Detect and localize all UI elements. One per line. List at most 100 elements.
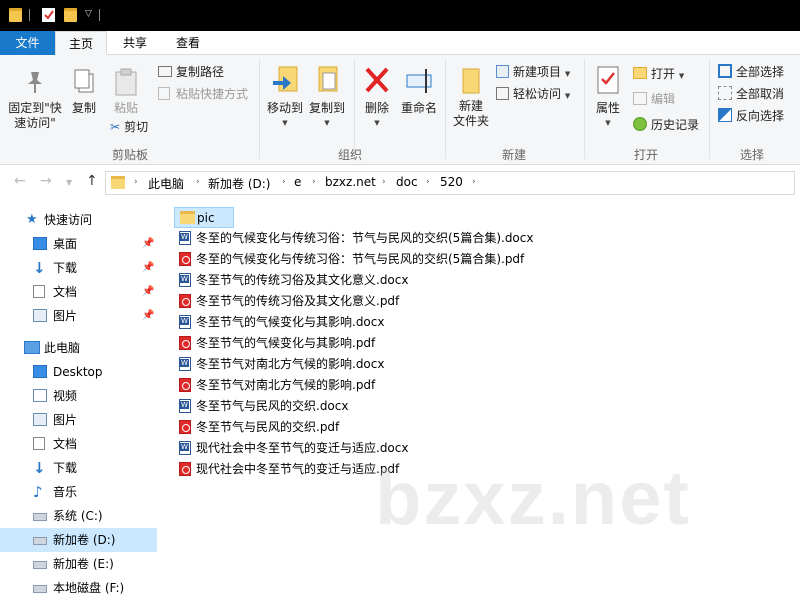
invert-selection-button[interactable]: 反向选择: [718, 108, 784, 124]
open-group-label: 打开: [633, 148, 658, 162]
pdf-icon: [179, 378, 191, 392]
select-all-button[interactable]: 全部选择: [718, 64, 784, 80]
sidebar-item-drive-d[interactable]: 新加卷 (D:): [0, 528, 157, 552]
sidebar-item-documents-pc[interactable]: 文档: [0, 432, 157, 456]
chevron-right-icon[interactable]: ›: [472, 177, 476, 187]
sidebar-item-downloads[interactable]: ↓ 下载 📌: [0, 256, 157, 280]
pin-icon[interactable]: 📌: [142, 304, 154, 328]
pin-icon[interactable]: 📌: [142, 232, 154, 256]
sidebar-item-desktop[interactable]: 桌面 📌: [0, 232, 157, 256]
copy-to-label: 复制到: [308, 101, 345, 115]
new-item-icon: [496, 65, 509, 78]
sidebar-item-label: 下载: [53, 461, 78, 475]
file-name: 冬至的气候变化与传统习俗：节气与民风的交织(5篇合集).docx: [196, 231, 534, 245]
edit-icon: [633, 92, 647, 105]
computer-icon: [24, 341, 40, 354]
chevron-down-icon: ▼: [605, 119, 611, 127]
file-name: 冬至节气与民风的交织.pdf: [196, 420, 340, 434]
pin-icon[interactable]: 📌: [142, 280, 154, 304]
address-bar[interactable]: › 此电脑 › 新加卷 (D:) › e › bzxz.net › doc › …: [105, 171, 795, 195]
breadcrumb-item[interactable]: 此电脑: [148, 175, 184, 192]
history-button[interactable]: 历史记录: [633, 117, 699, 133]
separator: [29, 9, 30, 21]
customize-quick-access-icon[interactable]: ▽: [85, 9, 92, 19]
paste-shortcut-button[interactable]: 粘贴快捷方式: [158, 86, 248, 102]
navigation-pane: ★ 快速访问 桌面 📌 ↓ 下载 📌 文档 📌 图片 📌 此电脑 Desktop…: [0, 200, 157, 600]
breadcrumb-item[interactable]: 520: [440, 175, 463, 189]
new-folder-quick-icon[interactable]: [64, 8, 77, 22]
sidebar-item-label: 文档: [53, 437, 78, 451]
sidebar-item-this-pc[interactable]: 此电脑: [0, 336, 157, 360]
tab-home[interactable]: 主页: [55, 31, 107, 56]
group-divider: [259, 59, 260, 159]
pin-label-line1: 固定到"快: [8, 101, 62, 115]
chevron-right-icon[interactable]: ›: [382, 177, 386, 187]
chevron-down-icon: ▼: [564, 70, 571, 78]
breadcrumb-item[interactable]: doc: [396, 175, 418, 189]
pin-to-quick-access-button[interactable]: 固定到"快 速访问": [4, 65, 66, 131]
tab-view[interactable]: 查看: [165, 31, 211, 55]
chevron-right-icon[interactable]: ›: [196, 177, 200, 187]
pin-label-line2: 速访问": [14, 116, 56, 130]
sidebar-item-pictures-pc[interactable]: 图片: [0, 408, 157, 432]
desktop-icon: [33, 237, 47, 250]
paste-shortcut-icon: [158, 87, 170, 100]
breadcrumb-item[interactable]: 新加卷 (D:): [208, 175, 270, 192]
new-folder-button[interactable]: 新建 文件夹: [450, 65, 492, 129]
sidebar-item-drive-e[interactable]: 新加卷 (E:): [0, 552, 157, 576]
recent-locations-icon[interactable]: ▼: [66, 178, 72, 187]
chevron-right-icon[interactable]: ›: [312, 177, 316, 187]
sidebar-item-music[interactable]: ♪ 音乐: [0, 480, 157, 504]
copy-to-button[interactable]: 复制到 ▼: [306, 65, 348, 131]
invert-selection-label: 反向选择: [736, 109, 785, 123]
breadcrumb-item[interactable]: e: [294, 175, 301, 189]
sidebar-item-quick-access[interactable]: ★ 快速访问: [0, 208, 157, 232]
sidebar-item-label: 图片: [53, 309, 78, 323]
pin-icon[interactable]: 📌: [142, 256, 154, 280]
tab-file[interactable]: 文件: [0, 31, 55, 55]
move-to-icon: [273, 66, 298, 92]
sidebar-item-drive-c[interactable]: 系统 (C:): [0, 504, 157, 528]
file-name: 冬至节气的传统习俗及其文化意义.docx: [196, 273, 409, 287]
file-name: 冬至节气的传统习俗及其文化意义.pdf: [196, 294, 400, 308]
sidebar-item-documents[interactable]: 文档 📌: [0, 280, 157, 304]
sidebar-item-label: 桌面: [53, 237, 78, 251]
properties-quick-icon[interactable]: [42, 8, 55, 22]
new-item-button[interactable]: 新建项目 ▼: [496, 64, 570, 82]
sidebar-item-label: 新加卷 (D:): [53, 533, 116, 547]
sidebar-item-pictures[interactable]: 图片 📌: [0, 304, 157, 328]
cut-button[interactable]: ✂ 剪切: [110, 119, 148, 135]
sidebar-item-drive-f[interactable]: 本地磁盘 (F:): [0, 576, 157, 600]
chevron-right-icon[interactable]: ›: [426, 177, 430, 187]
select-none-button[interactable]: 全部取消: [718, 86, 784, 102]
folder-icon: [180, 211, 195, 224]
sidebar-item-desktop-pc[interactable]: Desktop: [0, 360, 157, 384]
easy-access-button[interactable]: 轻松访问 ▼: [496, 86, 570, 104]
sidebar-item-videos[interactable]: 视频: [0, 384, 157, 408]
open-icon: [633, 67, 647, 79]
edit-button[interactable]: 编辑: [633, 91, 675, 107]
chevron-right-icon[interactable]: ›: [134, 177, 138, 187]
copy-to-icon: [318, 66, 338, 92]
sidebar-item-downloads-pc[interactable]: ↓ 下载: [0, 456, 157, 480]
copy-button[interactable]: 复制: [66, 65, 102, 116]
word-document-icon: [179, 273, 191, 287]
move-to-button[interactable]: 移动到 ▼: [264, 65, 306, 131]
copy-path-button[interactable]: 复制路径: [158, 64, 224, 80]
back-arrow-icon[interactable]: ←: [14, 173, 26, 189]
rename-button[interactable]: 重命名: [398, 65, 440, 116]
properties-button[interactable]: 属性 ▼: [590, 65, 626, 131]
invert-selection-icon: [718, 108, 732, 122]
up-arrow-icon[interactable]: ↑: [86, 173, 98, 189]
paste-button[interactable]: 粘贴: [106, 65, 146, 116]
delete-button[interactable]: 删除 ▼: [360, 65, 394, 131]
sidebar-item-label: 系统 (C:): [53, 509, 103, 523]
list-item[interactable]: pic: [174, 207, 234, 228]
sidebar-item-label: 下载: [53, 261, 78, 275]
forward-arrow-icon[interactable]: →: [40, 173, 52, 189]
chevron-right-icon[interactable]: ›: [282, 177, 286, 187]
tab-share[interactable]: 共享: [113, 31, 157, 55]
breadcrumb-item[interactable]: bzxz.net: [325, 175, 376, 189]
open-button[interactable]: 打开 ▼: [633, 66, 684, 84]
sidebar-item-label: 音乐: [53, 485, 78, 499]
